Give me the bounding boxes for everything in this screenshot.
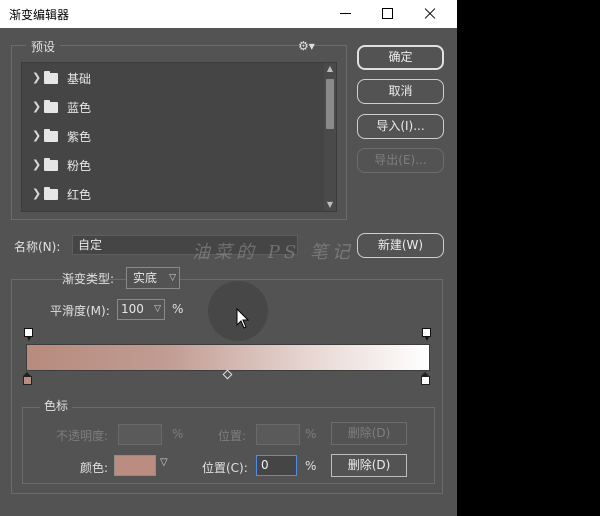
name-label: 名称(N): [14, 240, 61, 254]
watermark: 油菜的 PS 笔记 [192, 242, 354, 263]
color-delete-button[interactable]: 删除(D) [331, 454, 407, 477]
preset-folder-label: 粉色 [67, 159, 92, 173]
color-label: 颜色: [80, 461, 109, 475]
chevron-down-icon[interactable]: ▽ [160, 457, 168, 468]
stops-label: 色标 [40, 397, 73, 414]
stop-color-swatch[interactable] [114, 455, 156, 476]
opacity-label: 不透明度: [56, 429, 109, 443]
maximize-icon[interactable] [370, 0, 406, 28]
opacity-unit: % [172, 427, 184, 441]
window-title: 渐变编辑器 [9, 8, 70, 22]
gradient-preview-bar[interactable] [26, 344, 430, 371]
presets-label: 预设 [26, 38, 61, 55]
chevron-right-icon[interactable]: ❯ [32, 159, 42, 171]
color-stop-right[interactable] [421, 372, 430, 385]
preset-folder-label: 紫色 [67, 130, 92, 144]
folder-icon [44, 100, 58, 113]
scroll-down-icon[interactable]: ▼ [324, 199, 336, 211]
gradient-type-select[interactable]: 实底 ▽ [126, 267, 180, 289]
preset-folder-blue[interactable]: ❯ 蓝色 [22, 93, 322, 121]
folder-icon [44, 187, 58, 200]
smoothness-select[interactable]: 100 ▽ [117, 299, 165, 320]
ok-button[interactable]: 确定 [357, 45, 444, 70]
cancel-button[interactable]: 取消 [357, 79, 444, 104]
chevron-right-icon[interactable]: ❯ [32, 72, 42, 84]
import-button[interactable]: 导入(I)... [357, 114, 444, 139]
color-stop-left[interactable] [23, 372, 32, 385]
location-label: 位置(C): [202, 461, 248, 475]
scroll-up-icon[interactable]: ▲ [324, 63, 336, 75]
preset-folder-pink[interactable]: ❯ 粉色 [22, 151, 322, 179]
chevron-down-icon: ▽ [169, 273, 176, 283]
mouse-pointer-icon [236, 308, 250, 329]
gradient-type-label: 渐变类型: [62, 272, 115, 286]
location-unit: % [305, 459, 317, 473]
opacity-location-label: 位置: [218, 429, 247, 443]
export-button[interactable]: 导出(E)... [357, 148, 444, 173]
smoothness-label: 平滑度(M): [50, 304, 110, 318]
scroll-thumb[interactable] [326, 79, 334, 129]
preset-folder-purple[interactable]: ❯ 紫色 [22, 122, 322, 150]
preset-folder-label: 基础 [67, 72, 92, 86]
preset-scrollbar[interactable]: ▲ ▼ [324, 63, 336, 211]
minimize-icon[interactable] [328, 0, 364, 28]
gradient-editor-window: 渐变编辑器 预设 ⚙▾ ❯ 基础 ❯ 蓝色 ❯ 紫色 ❯ 粉色 ❯ 红色 ▲ ▼… [0, 0, 457, 516]
location-input[interactable]: 0 [256, 455, 297, 476]
smoothness-value: 100 [121, 302, 144, 316]
chevron-right-icon[interactable]: ❯ [32, 101, 42, 113]
gear-icon[interactable]: ⚙▾ [298, 39, 315, 53]
chevron-right-icon[interactable]: ❯ [32, 188, 42, 200]
close-icon[interactable] [412, 0, 448, 28]
chevron-right-icon[interactable]: ❯ [32, 130, 42, 142]
preset-folder-label: 红色 [67, 188, 92, 202]
preset-folder-red[interactable]: ❯ 红色 [22, 180, 322, 208]
folder-icon [44, 129, 58, 142]
title-bar: 渐变编辑器 [0, 0, 457, 28]
opacity-location-unit: % [305, 427, 317, 441]
opacity-location-input[interactable] [256, 424, 300, 445]
gradient-type-value: 实底 [133, 271, 158, 285]
preset-list[interactable]: ❯ 基础 ❯ 蓝色 ❯ 紫色 ❯ 粉色 ❯ 红色 ▲ ▼ [21, 62, 337, 212]
smoothness-unit: % [172, 302, 184, 316]
opacity-delete-button[interactable]: 删除(D) [331, 422, 407, 445]
preset-folder-label: 蓝色 [67, 101, 92, 115]
chevron-down-icon: ▽ [154, 304, 161, 314]
folder-icon [44, 71, 58, 84]
opacity-input[interactable] [118, 424, 162, 445]
preset-folder-basic[interactable]: ❯ 基础 [22, 64, 322, 92]
opacity-stop-right[interactable] [422, 328, 431, 341]
folder-icon [44, 158, 58, 171]
opacity-stop-left[interactable] [24, 328, 33, 341]
